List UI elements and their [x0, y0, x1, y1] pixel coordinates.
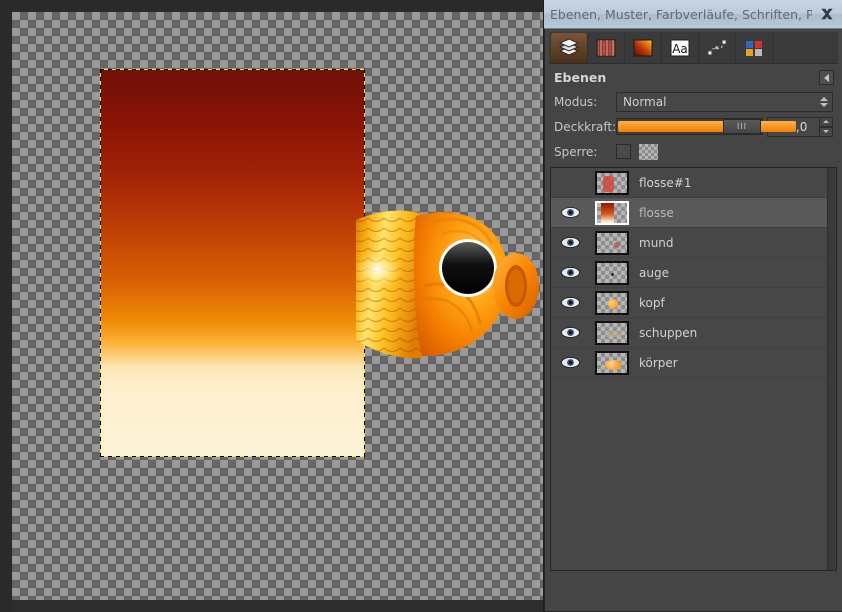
gradients-icon	[633, 39, 653, 57]
visibility-toggle[interactable]	[551, 297, 589, 308]
tab-layers[interactable]	[551, 33, 588, 63]
opacity-slider-handle[interactable]: III	[723, 119, 761, 134]
panel-body: Aa Ebenen Modus: Normal Deckkraft: III S…	[544, 29, 842, 612]
section-header: Ebenen	[549, 66, 838, 89]
layer-name: körper	[639, 355, 678, 370]
layer-thumbnail-cell[interactable]	[589, 200, 635, 225]
lock-row: Sperre:	[549, 139, 838, 164]
layer-thumbnail-cell[interactable]	[589, 290, 635, 315]
stepper-up-icon[interactable]	[820, 116, 833, 127]
visibility-toggle[interactable]	[551, 237, 589, 248]
layer-thumbnail	[595, 170, 629, 195]
opacity-slider[interactable]: III	[616, 118, 796, 135]
layer-row-koerper[interactable]: körper	[551, 348, 836, 378]
layer-row-schuppen[interactable]: schuppen	[551, 318, 836, 348]
tab-patterns[interactable]	[588, 33, 625, 63]
paths-icon	[707, 40, 727, 55]
opacity-slider-fill	[618, 121, 796, 132]
layer-name: auge	[639, 265, 669, 280]
mode-row: Modus: Normal	[549, 89, 838, 114]
gradient-rectangle-layer	[101, 70, 364, 456]
panel-titlebar[interactable]: Ebenen, Muster, Farbverläufe, Schriften,…	[544, 0, 842, 29]
svg-text:Aa: Aa	[672, 42, 688, 56]
panel-menu-icon[interactable]	[819, 70, 834, 85]
eye-icon	[560, 357, 580, 368]
font-aa-icon: Aa	[670, 39, 690, 57]
fish-eye	[442, 242, 494, 294]
tab-gradients[interactable]	[625, 33, 662, 63]
layer-name: mund	[639, 235, 674, 250]
chevron-updown-icon	[820, 96, 828, 107]
layer-thumbnail-cell[interactable]	[589, 230, 635, 255]
tab-paths[interactable]	[699, 33, 736, 63]
eye-icon	[560, 297, 580, 308]
blend-mode-select[interactable]: Normal	[616, 91, 833, 112]
opacity-row: Deckkraft: III 100,0	[549, 114, 838, 139]
visibility-toggle[interactable]	[551, 327, 589, 338]
layer-row-flosse1[interactable]: flosse#1	[551, 168, 836, 198]
layer-thumbnail	[595, 320, 629, 345]
layers-list-scrollbar[interactable]	[827, 168, 836, 570]
lock-pixels-checkbox[interactable]	[616, 144, 631, 159]
layer-name: flosse	[639, 205, 674, 220]
visibility-toggle[interactable]	[551, 207, 589, 218]
blend-mode-value: Normal	[623, 94, 667, 109]
fish-lips	[493, 253, 539, 319]
eye-icon	[560, 207, 580, 218]
opacity-stepper[interactable]	[820, 116, 833, 137]
goldfish-artwork	[356, 210, 539, 359]
layer-thumbnail	[595, 290, 629, 315]
canvas-top-border	[0, 0, 543, 12]
visibility-toggle[interactable]	[551, 357, 589, 368]
tab-fonts[interactable]: Aa	[662, 33, 699, 63]
page-title: Ebenen	[554, 70, 607, 85]
eye-icon	[560, 327, 580, 338]
panel-tab-strip: Aa	[549, 32, 838, 64]
stepper-down-icon[interactable]	[820, 126, 833, 137]
layer-row-kopf[interactable]: kopf	[551, 288, 836, 318]
lock-alpha-checkbox[interactable]	[639, 143, 658, 160]
image-canvas-area[interactable]	[0, 0, 543, 612]
layer-row-auge[interactable]: auge	[551, 258, 836, 288]
panel-title: Ebenen, Muster, Farbverläufe, Schriften,…	[550, 6, 812, 22]
layer-thumbnail	[595, 350, 629, 375]
canvas-left-border	[0, 0, 12, 612]
eye-icon	[560, 237, 580, 248]
layer-name: flosse#1	[639, 175, 692, 190]
layer-thumbnail-cell[interactable]	[589, 320, 635, 345]
layer-name: schuppen	[639, 325, 698, 340]
opacity-label: Deckkraft:	[554, 119, 617, 134]
layer-name: kopf	[639, 295, 665, 310]
layer-row-flosse[interactable]: flosse	[551, 198, 836, 228]
visibility-toggle[interactable]	[551, 267, 589, 278]
layer-thumbnail	[595, 260, 629, 285]
tab-palettes[interactable]	[736, 33, 773, 63]
layer-thumbnail-cell[interactable]	[589, 260, 635, 285]
patterns-icon	[596, 39, 616, 57]
layer-thumbnail	[595, 230, 629, 255]
layer-thumbnail	[595, 200, 629, 225]
layer-thumbnail-cell[interactable]	[589, 170, 635, 195]
layer-thumbnail-cell[interactable]	[589, 350, 635, 375]
layers-stack-icon	[558, 38, 580, 56]
mode-label: Modus:	[554, 94, 598, 109]
close-icon[interactable]	[812, 0, 842, 29]
layer-row-mund[interactable]: mund	[551, 228, 836, 258]
layers-list[interactable]: flosse#1 flosse mund auge kopf schuppen …	[550, 167, 837, 571]
eye-icon	[560, 267, 580, 278]
docked-panel: Ebenen, Muster, Farbverläufe, Schriften,…	[543, 0, 842, 612]
palettes-icon	[746, 41, 762, 56]
lock-label: Sperre:	[554, 144, 598, 159]
application-window: Ebenen, Muster, Farbverläufe, Schriften,…	[0, 0, 842, 612]
